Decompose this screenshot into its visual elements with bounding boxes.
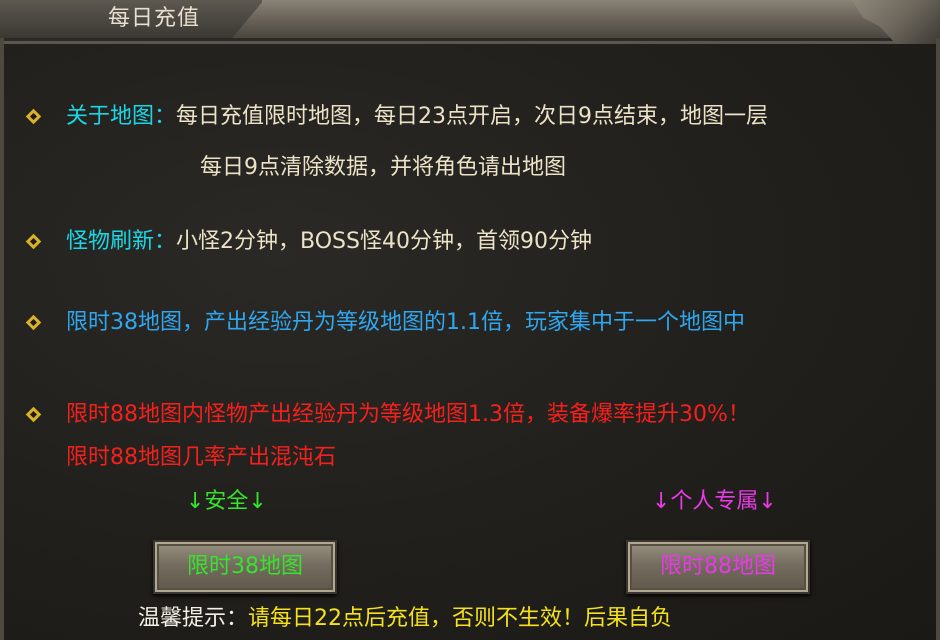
info-text-map38: 限时38地图，产出经验丹为等级地图的1.1倍，玩家集中于一个地图中 [66,310,745,335]
info-text-refresh: 小怪2分钟，BOSS怪40分钟，首领90分钟 [176,229,592,254]
page-title: 每日充值 [108,6,201,31]
tip-text: 请每日22点后充值，否则不生效！后果自负 [248,606,673,631]
info-label-map: 关于地图： [66,104,177,129]
tip-label: 温馨提示： [138,606,249,631]
tip-row: 温馨提示：请每日22点后充值，否则不生效！后果自负 [138,604,672,634]
map88-button[interactable]: 限时88地图 [626,540,810,594]
info-text-map88-line2: 限时88地图几率产出混沌石 [66,445,336,470]
info-text-map-line1: 每日充值限时地图，每日23点开启，次日9点结束，地图一层 [176,104,769,129]
right-border [936,38,940,640]
info-row-refresh: 怪物刷新：小怪2分钟，BOSS怪40分钟，首领90分钟 [66,227,592,257]
map38-button[interactable]: 限时38地图 [153,540,337,594]
personal-caption: ↓个人专属↓ [652,489,777,514]
safe-caption: ↓安全↓ [186,489,267,514]
left-border [0,38,4,640]
info-text-map-line2: 每日9点清除数据，并将角色请出地图 [200,155,566,180]
info-row-map: 关于地图：每日充值限时地图，每日23点开启，次日9点结束，地图一层 [66,102,768,132]
info-label-refresh: 怪物刷新： [66,229,177,254]
info-text-map88-line1: 限时88地图内怪物产出经验丹为等级地图1.3倍，装备爆率提升30%！ [66,402,750,427]
